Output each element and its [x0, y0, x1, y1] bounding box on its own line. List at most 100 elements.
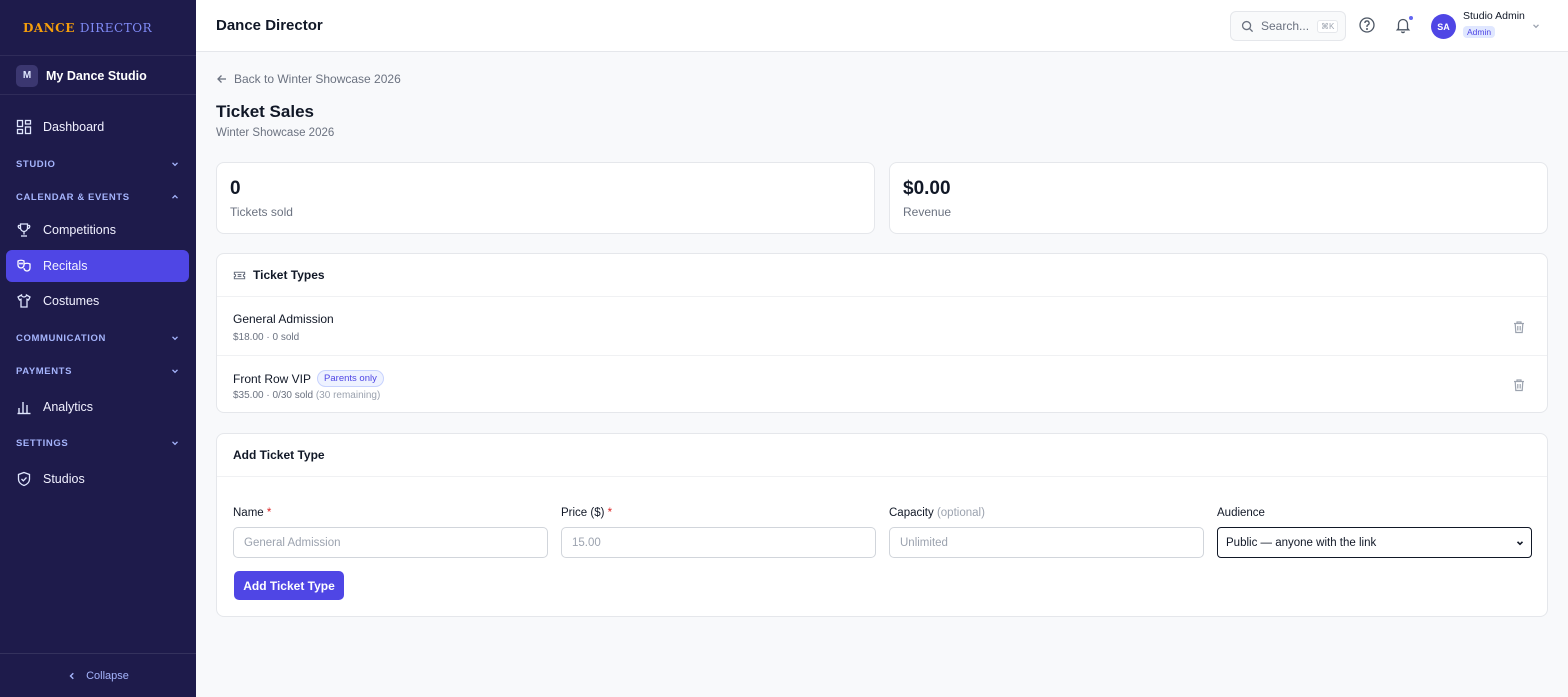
sidebar-item-label: Analytics [43, 400, 94, 414]
add-ticket-type-button[interactable]: Add Ticket Type [234, 571, 344, 600]
search-icon [1241, 20, 1254, 32]
add-ticket-type-heading: Add Ticket Type [217, 434, 1547, 477]
ticket-type-meta: $35.00 · 0/30 sold (30 remaining) [233, 390, 380, 401]
trash-icon[interactable] [1512, 378, 1526, 392]
sidebar-section-label: STUDIO [16, 158, 56, 170]
trash-icon[interactable] [1512, 320, 1526, 334]
chevron-down-icon[interactable] [1531, 21, 1541, 31]
revenue-value: $0.00 [903, 178, 951, 199]
ticket-icon [233, 271, 246, 279]
help-icon[interactable] [1358, 16, 1376, 34]
sidebar-item-label: Costumes [43, 294, 100, 308]
arrow-left-icon [217, 75, 226, 83]
search-input[interactable]: Search... ⌘K [1230, 11, 1346, 41]
sidebar-item-competitions[interactable]: Competitions [6, 214, 189, 246]
studio-switcher[interactable]: M My Dance Studio [0, 57, 196, 95]
capacity-field-label: Capacity (optional) [889, 507, 985, 519]
sidebar-section-studio[interactable]: STUDIO [16, 156, 180, 172]
sidebar-item-label: Dashboard [43, 120, 105, 134]
sidebar-item-label: Recitals [43, 259, 88, 273]
name-label-text: Name [233, 507, 264, 519]
avatar[interactable]: SA [1431, 14, 1456, 39]
sidebar-item-analytics[interactable]: Analytics [6, 391, 189, 423]
audience-field-label: Audience [1217, 507, 1265, 519]
price-label-text: Price ($) [561, 507, 605, 519]
page-subtitle: Winter Showcase 2026 [216, 127, 335, 139]
name-field[interactable] [233, 527, 548, 558]
sidebar-item-label: Studios [43, 472, 85, 486]
ticket-type-name: Front Row VIP Parents only [233, 370, 384, 387]
brand-logo-part1: DANCE [23, 20, 75, 35]
chevron-up-icon [172, 194, 178, 199]
page-title: Ticket Sales [216, 102, 314, 121]
audience-selected-value: Public — anyone with the link [1226, 536, 1377, 549]
chevron-down-icon [172, 162, 178, 167]
ticket-types-title: Ticket Types [253, 268, 325, 282]
studio-initial-badge: M [16, 64, 38, 87]
revenue-label: Revenue [903, 205, 952, 219]
name-field-label: Name * [233, 507, 271, 519]
stat-card-revenue: $0.00 Revenue [889, 162, 1548, 234]
sidebar-section-label: CALENDAR & EVENTS [16, 191, 130, 203]
chevron-down-icon [1516, 540, 1524, 545]
chevron-down-icon [172, 336, 178, 341]
sidebar-section-payments[interactable]: PAYMENTS [16, 363, 180, 379]
ticket-type-name-text: Front Row VIP [233, 371, 312, 386]
ticket-type-price-sold: $18.00 · 0 sold [233, 332, 300, 343]
add-ticket-type-title: Add Ticket Type [233, 448, 325, 462]
ticket-type-meta: $18.00 · 0 sold [233, 332, 299, 343]
audience-label-text: Audience [1217, 507, 1265, 519]
sidebar-item-studios[interactable]: Studios [6, 463, 189, 495]
ticket-type-name-text: General Admission [233, 312, 334, 326]
sidebar-section-calendar-events[interactable]: CALENDAR & EVENTS [16, 189, 180, 205]
sidebar-item-dashboard[interactable]: Dashboard [6, 111, 189, 143]
dashboard-icon [16, 119, 32, 135]
audience-select[interactable]: Public — anyone with the link [1217, 527, 1532, 558]
sidebar-section-label: COMMUNICATION [16, 332, 106, 344]
ticket-types-heading: Ticket Types [217, 254, 1547, 297]
sidebar-collapse-button[interactable]: Collapse [0, 653, 196, 697]
bar-chart-icon [17, 402, 31, 415]
sidebar-section-settings[interactable]: SETTINGS [16, 435, 180, 451]
brand-logo-part2: DIRECTOR [79, 20, 153, 35]
notification-dot [1408, 15, 1414, 21]
search-placeholder: Search... [1261, 19, 1310, 33]
ticket-type-name: General Admission [233, 312, 334, 326]
required-marker: * [266, 507, 272, 519]
sidebar-section-label: PAYMENTS [16, 365, 73, 377]
chevron-down-icon [172, 369, 178, 374]
stat-card-tickets-sold: 0 Tickets sold [216, 162, 875, 234]
capacity-label-text: Capacity [889, 507, 934, 519]
sidebar-item-label: Competitions [43, 223, 116, 237]
sidebar-section-label: SETTINGS [16, 437, 69, 449]
collapse-label: Collapse [86, 669, 129, 682]
sidebar: DANCE DIRECTOR M My Dance Studio Dashboa… [0, 0, 196, 697]
ticket-type-price-sold: $35.00 · 0/30 sold [233, 390, 314, 401]
add-ticket-type-card: Add Ticket Type Name * Price ($) * Capac… [216, 433, 1548, 617]
studio-name: My Dance Studio [46, 68, 147, 83]
capacity-optional-hint: (optional) [936, 507, 985, 519]
tickets-sold-label: Tickets sold [230, 205, 293, 219]
back-link[interactable]: Back to Winter Showcase 2026 [216, 72, 401, 86]
chevron-down-icon [172, 441, 178, 446]
shirt-icon [17, 293, 31, 308]
brand-logo[interactable]: DANCE DIRECTOR [0, 0, 196, 56]
price-field-label: Price ($) * [561, 507, 612, 519]
sidebar-item-recitals[interactable]: Recitals [6, 250, 189, 282]
sidebar-item-costumes[interactable]: Costumes [6, 285, 189, 317]
top-header: Dance Director Search... ⌘K SA Studio Ad… [196, 0, 1568, 52]
theater-masks-icon [17, 259, 31, 272]
search-shortcut: ⌘K [1317, 19, 1339, 33]
tickets-sold-value: 0 [230, 178, 241, 199]
ticket-type-row: Front Row VIP Parents only $35.00 · 0/30… [217, 356, 1547, 414]
trophy-icon [17, 223, 31, 237]
price-field[interactable] [561, 527, 876, 558]
ticket-type-row: General Admission $18.00 · 0 sold [217, 298, 1547, 356]
role-badge: Admin [1463, 26, 1496, 38]
app-title: Dance Director [216, 17, 323, 34]
audience-badge: Parents only [317, 370, 384, 387]
ticket-types-card: Ticket Types General Admission $18.00 · … [216, 253, 1548, 413]
capacity-field[interactable] [889, 527, 1204, 558]
sidebar-section-communication[interactable]: COMMUNICATION [16, 330, 180, 346]
user-name: Studio Admin [1463, 10, 1525, 22]
